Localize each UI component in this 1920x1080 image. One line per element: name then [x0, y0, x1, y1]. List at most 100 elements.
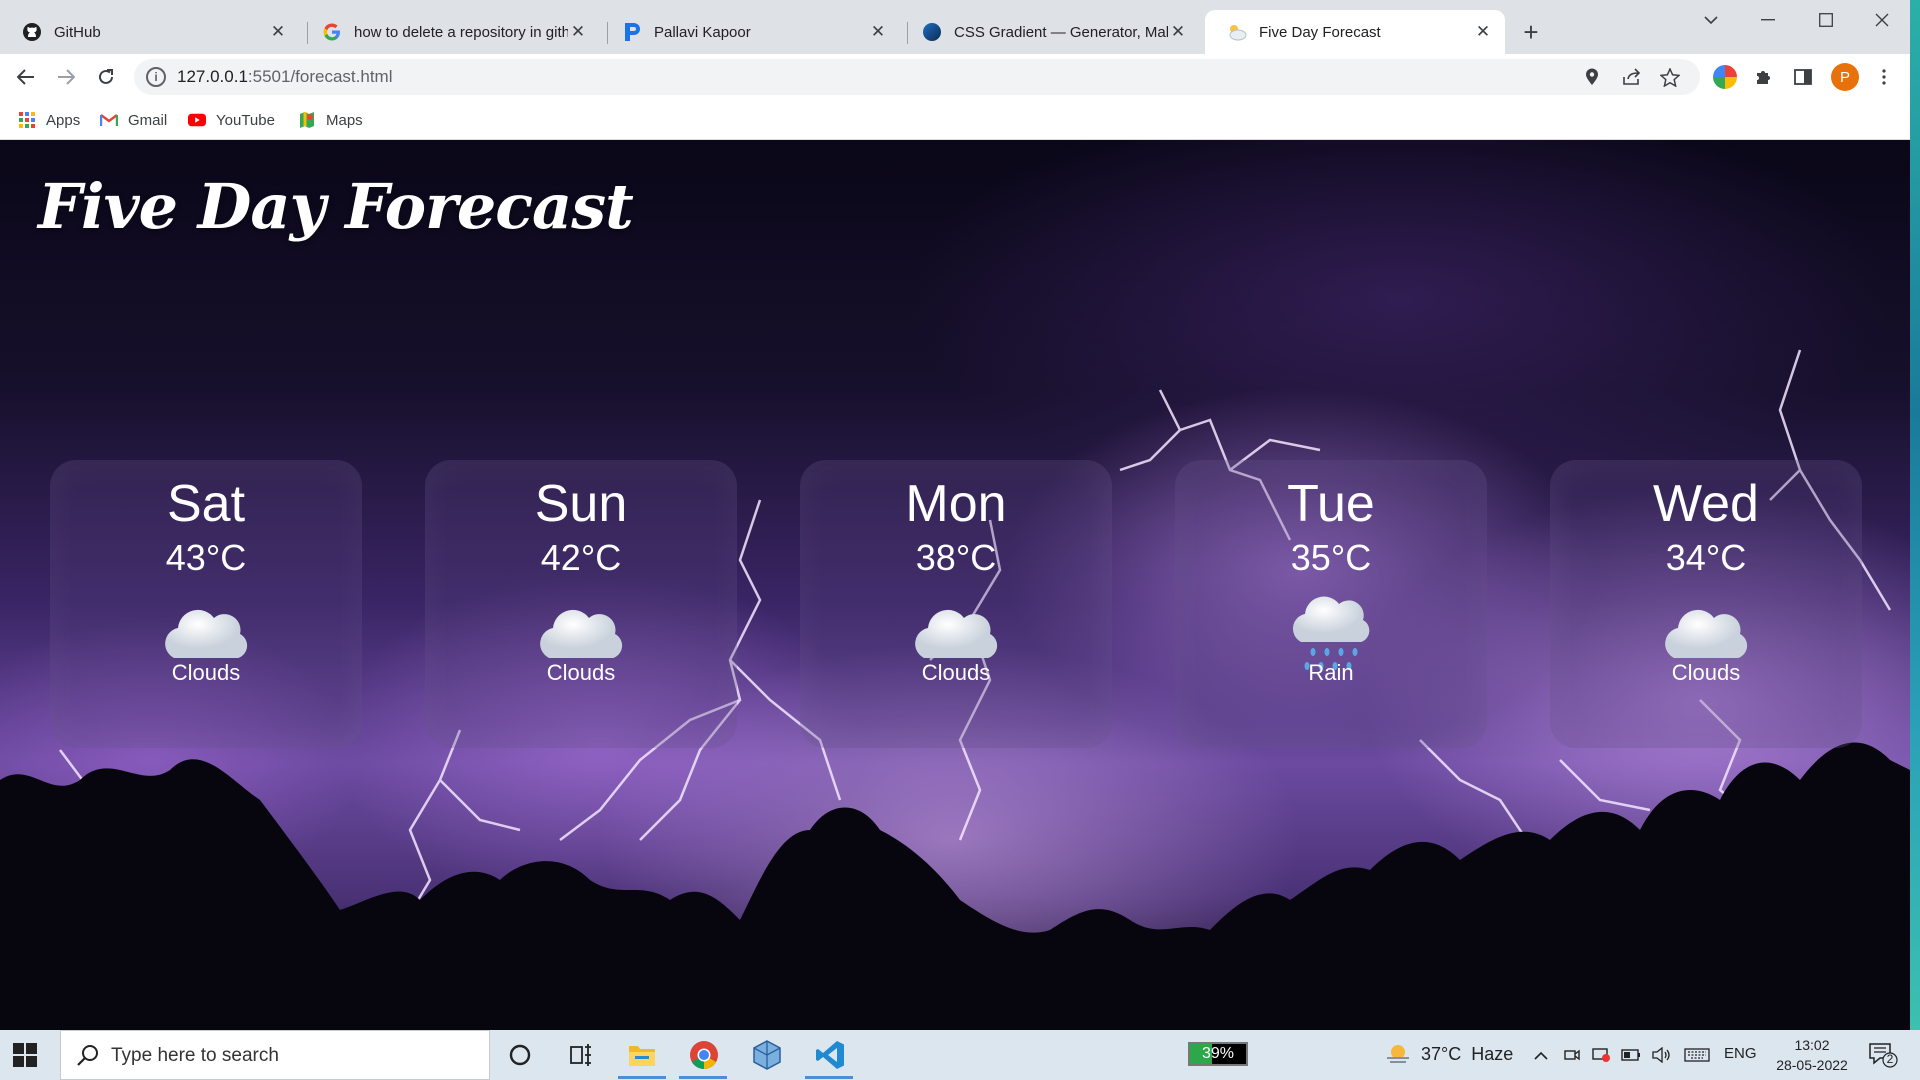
battery-percent: 39% — [1201, 1045, 1235, 1062]
tab-pallavi-kapoor[interactable]: Pallavi Kapoor ✕ — [600, 10, 900, 54]
bookmark-maps[interactable]: Maps — [298, 108, 363, 132]
site-info-icon[interactable]: i — [146, 67, 166, 87]
forecast-condition: Clouds — [171, 660, 241, 685]
virtualbox-icon[interactable] — [749, 1038, 785, 1072]
close-icon[interactable]: ✕ — [1473, 22, 1493, 42]
minimize-button[interactable] — [1739, 0, 1797, 40]
weather-cloud-icon — [1227, 22, 1247, 42]
windows-taskbar: Type here to search 39% 37°C Haze ENG 13… — [0, 1030, 1920, 1080]
notification-center-icon[interactable]: 2 — [1868, 1042, 1898, 1068]
close-icon[interactable]: ✕ — [868, 22, 888, 42]
chrome-active-indicator — [679, 1076, 727, 1079]
tab-five-day-forecast[interactable]: Five Day Forecast ✕ — [1205, 10, 1505, 54]
google-icon — [322, 22, 342, 42]
forecast-card-sat: Sat 43°C Clouds — [50, 460, 362, 748]
browser-toolbar: i 127.0.0.1:5501/forecast.html P — [0, 54, 1910, 100]
side-panel-icon[interactable] — [1787, 61, 1819, 93]
taskbar-clock[interactable]: 13:02 28-05-2022 — [1764, 1035, 1860, 1075]
windows-start-icon[interactable] — [12, 1042, 38, 1068]
volume-icon[interactable] — [1650, 1045, 1672, 1065]
extension-color-icon[interactable] — [1713, 65, 1737, 89]
screen: GitHub ✕ how to delete a repository in g… — [0, 0, 1920, 1080]
forecast-card-sun: Sun 42°C Clouds — [425, 460, 737, 748]
tab-title: Pallavi Kapoor — [654, 23, 751, 41]
share-icon[interactable] — [1620, 65, 1644, 89]
bookmark-apps[interactable]: Apps — [18, 108, 80, 132]
haze-sun-icon — [1387, 1045, 1409, 1063]
forecast-page: Five Day Forecast Sat 43°C Clouds Sun 42… — [0, 140, 1910, 1030]
security-icon[interactable] — [1590, 1045, 1612, 1065]
youtube-icon — [188, 113, 206, 127]
weather-text: Haze — [1471, 1043, 1514, 1064]
forecast-day: Wed — [1653, 475, 1759, 533]
close-icon[interactable]: ✕ — [1168, 22, 1188, 42]
tab-title: GitHub — [54, 23, 101, 41]
bookmark-label: Maps — [326, 111, 363, 129]
tab-css-gradient[interactable]: CSS Gradient — Generator, Make ✕ — [900, 10, 1200, 54]
forecast-day: Sun — [534, 475, 628, 533]
back-button[interactable] — [10, 61, 42, 93]
tab-search-icon[interactable] — [1682, 0, 1740, 40]
task-view-icon[interactable] — [563, 1038, 599, 1072]
forecast-day: Tue — [1287, 475, 1375, 533]
tab-title: CSS Gradient — Generator, Make — [954, 23, 1168, 41]
p-icon — [622, 22, 642, 42]
menu-kebab-icon[interactable] — [1868, 61, 1900, 93]
forecast-condition: Clouds — [1671, 660, 1741, 685]
taskbar-weather[interactable]: 37°C Haze — [1385, 1043, 1513, 1065]
forecast-cards: Sat 43°C Clouds Sun 42°C Clouds Mon 38°C — [0, 140, 1910, 1030]
chevron-up-icon[interactable] — [1530, 1045, 1552, 1065]
close-icon[interactable]: ✕ — [568, 22, 588, 42]
new-tab-button[interactable]: + — [1516, 17, 1546, 47]
apps-grid-icon — [19, 112, 35, 128]
vscode-icon[interactable] — [812, 1038, 848, 1072]
tab-title: Five Day Forecast — [1259, 23, 1381, 41]
search-icon — [77, 1045, 98, 1066]
forecast-day: Sat — [166, 475, 246, 533]
url-host: 127.0.0.1 — [177, 67, 248, 86]
file-explorer-active-indicator — [618, 1076, 666, 1079]
forward-button[interactable] — [50, 61, 82, 93]
bookmark-youtube[interactable]: YouTube — [188, 108, 275, 132]
battery-icon[interactable] — [1620, 1045, 1642, 1065]
tab-title: how to delete a repository in gith — [354, 23, 568, 41]
search-placeholder: Type here to search — [111, 1045, 279, 1066]
close-window-button[interactable] — [1853, 0, 1911, 40]
url-text[interactable]: 127.0.0.1:5501/forecast.html — [177, 67, 392, 87]
github-icon — [22, 22, 42, 42]
keyboard-icon[interactable] — [1683, 1045, 1711, 1065]
file-explorer-icon[interactable] — [624, 1038, 660, 1072]
vscode-active-indicator — [805, 1076, 853, 1079]
reload-button[interactable] — [90, 61, 122, 93]
forecast-temp: 35°C — [1290, 537, 1372, 578]
forecast-card-tue: Tue 35°C Rain — [1175, 460, 1487, 748]
address-bar[interactable]: i 127.0.0.1:5501/forecast.html — [134, 59, 1700, 95]
bookmark-star-icon[interactable] — [1658, 65, 1682, 89]
close-icon[interactable]: ✕ — [268, 22, 288, 42]
bookmark-label: YouTube — [216, 111, 275, 129]
cssgradient-icon — [922, 22, 942, 42]
bookmark-gmail[interactable]: Gmail — [100, 108, 167, 132]
forecast-condition: Clouds — [921, 660, 991, 685]
tab-google-search[interactable]: how to delete a repository in gith ✕ — [300, 10, 600, 54]
tab-strip: GitHub ✕ how to delete a repository in g… — [0, 0, 1910, 54]
maps-icon — [300, 112, 314, 128]
gmail-icon — [100, 114, 118, 126]
meet-now-icon[interactable] — [1561, 1045, 1583, 1065]
weather-temp: 37°C — [1421, 1043, 1462, 1064]
forecast-condition: Rain — [1308, 660, 1354, 685]
cortana-icon[interactable] — [502, 1038, 538, 1072]
tab-github[interactable]: GitHub ✕ — [0, 10, 300, 54]
forecast-temp: 43°C — [165, 537, 247, 578]
taskbar-search-box[interactable]: Type here to search — [60, 1030, 490, 1080]
clock-date: 28-05-2022 — [1776, 1057, 1848, 1073]
chrome-icon[interactable] — [686, 1038, 722, 1072]
forecast-card-mon: Mon 38°C Clouds — [800, 460, 1112, 748]
extensions-puzzle-icon[interactable] — [1747, 61, 1779, 93]
language-indicator[interactable]: ENG — [1724, 1045, 1757, 1062]
battery-monitor-widget[interactable]: 39% — [1188, 1042, 1248, 1066]
profile-avatar[interactable]: P — [1831, 63, 1859, 91]
forecast-card-wed: Wed 34°C Clouds — [1550, 460, 1862, 748]
location-icon[interactable] — [1580, 65, 1604, 89]
maximize-button[interactable] — [1797, 0, 1855, 40]
